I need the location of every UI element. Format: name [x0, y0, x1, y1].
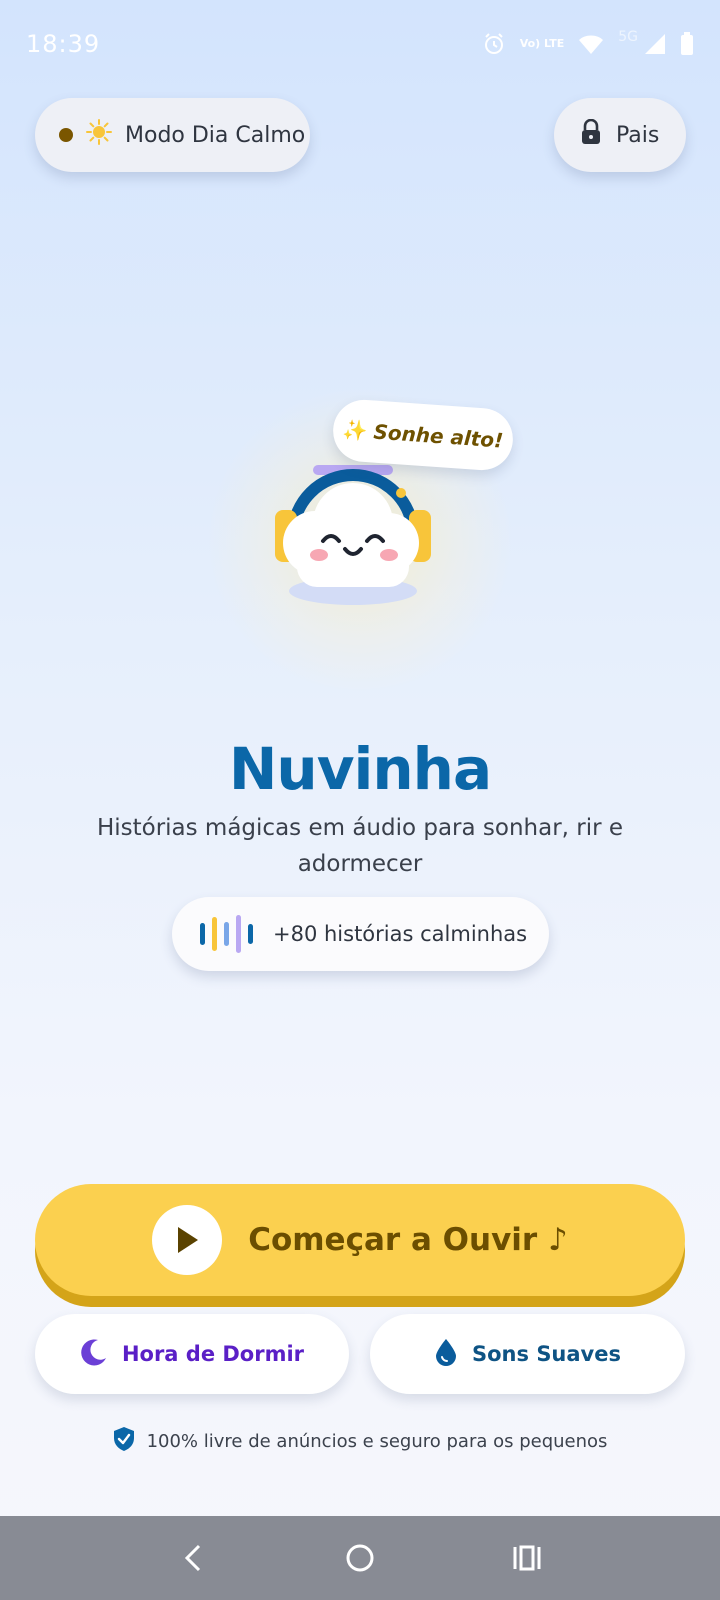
parents-button[interactable]: Pais: [554, 98, 686, 172]
status-icons: Vo) LTE 5G: [482, 29, 694, 56]
cell-signal-icon: [644, 33, 666, 55]
back-icon[interactable]: [163, 1528, 223, 1588]
mode-indicator-dot: [59, 128, 73, 142]
moon-icon: [80, 1338, 108, 1371]
play-icon: [152, 1205, 223, 1275]
network-label: Vo) LTE: [519, 37, 565, 50]
cloud-mascot: [275, 465, 445, 615]
audio-wave-icon: [200, 915, 253, 953]
app-tagline: Histórias mágicas em áudio para sonhar, …: [96, 815, 624, 877]
status-bar: 18:39 Vo) LTE 5G: [0, 0, 720, 88]
battery-icon: [680, 32, 694, 56]
safety-note: 100% livre de anúncios e seguro para os …: [0, 1426, 720, 1457]
stories-count-label: +80 histórias calminhas: [273, 922, 528, 946]
lock-icon: [580, 118, 602, 151]
soft-sounds-label: Sons Suaves: [472, 1342, 621, 1366]
start-listening-label: Começar a Ouvir ♪: [248, 1222, 568, 1258]
parents-label: Pais: [616, 122, 660, 148]
system-nav-bar: [0, 1516, 720, 1600]
status-time: 18:39: [26, 30, 101, 58]
home-icon[interactable]: [330, 1528, 390, 1588]
start-listening-button[interactable]: Começar a Ouvir ♪: [35, 1184, 685, 1296]
calm-mode-label: Modo Dia Calmo: [125, 122, 306, 148]
app-title: Nuvinha: [228, 735, 492, 803]
calm-mode-toggle[interactable]: Modo Dia Calmo: [35, 98, 310, 172]
alarm-icon: [482, 32, 506, 56]
shield-check-icon: [113, 1426, 135, 1457]
wifi-icon: [578, 33, 604, 55]
network-gen-label: 5G: [618, 29, 638, 45]
bedtime-button[interactable]: Hora de Dormir: [35, 1314, 349, 1394]
water-drop-icon: [434, 1338, 458, 1371]
soft-sounds-button[interactable]: Sons Suaves: [370, 1314, 685, 1394]
sparkles-icon: ✨: [341, 417, 369, 444]
bedtime-label: Hora de Dormir: [121, 1342, 305, 1366]
dream-tag: ✨ Sonhe alto!: [331, 397, 515, 473]
dream-tag-label: Sonhe alto!: [372, 419, 505, 453]
safety-text: 100% livre de anúncios e seguro para os …: [146, 1431, 608, 1452]
recents-icon[interactable]: [497, 1528, 557, 1588]
stories-count-badge: +80 histórias calminhas: [172, 897, 549, 971]
sun-icon: [85, 118, 113, 152]
